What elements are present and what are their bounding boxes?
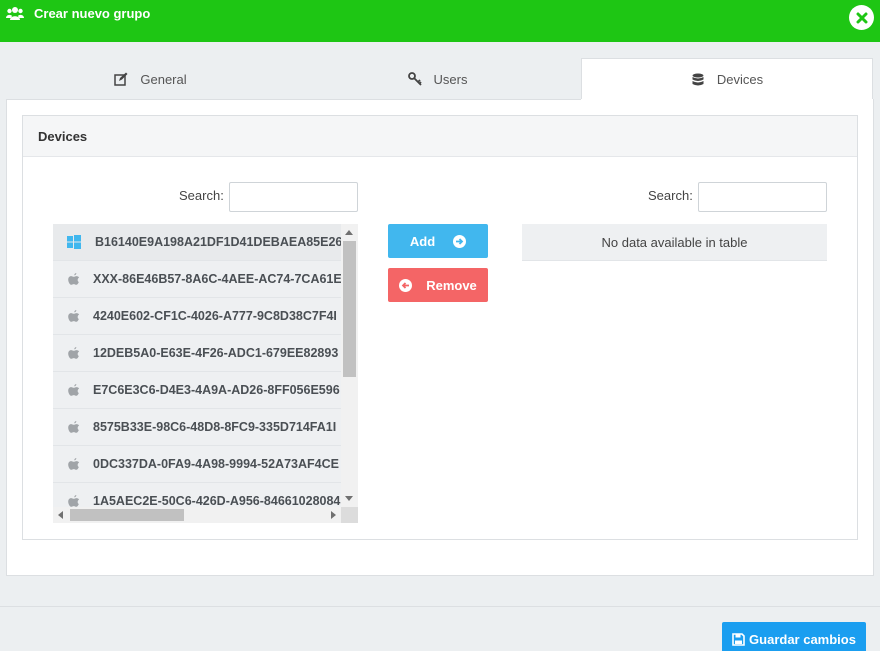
apple-icon [67,272,81,286]
arrow-right-circle-icon [453,234,467,248]
close-icon [856,12,867,23]
scroll-down-icon[interactable] [345,496,353,501]
device-row[interactable]: XXX-86E46B57-8A6C-4AEE-AC74-7CA61E2 [53,261,341,298]
scrollbar-thumb[interactable] [70,509,184,521]
apple-icon [67,457,81,471]
devices-box-header: Devices [23,116,857,157]
dialog-header: Crear nuevo grupo [0,0,880,42]
apple-icon [67,494,81,508]
available-devices-list: B16140E9A198A21DF1D41DEBAEA85E26 XXX-86E4… [53,224,358,523]
device-id: E7C6E3C6-D4E3-4A9A-AD26-8FF056E596 [93,383,340,397]
device-id: 0DC337DA-0FA9-4A98-9994-52A73AF4CE [93,457,339,471]
tab-general-label: General [140,71,187,87]
dialog-title: Crear nuevo grupo [34,6,151,21]
device-id: B16140E9A198A21DF1D41DEBAEA85E26 [95,235,341,249]
windows-icon [67,235,81,249]
group-icon [6,7,24,20]
vertical-scrollbar[interactable] [341,224,358,507]
apple-icon [67,420,81,434]
close-button[interactable] [849,5,874,30]
tab-users-label: Users [433,71,468,87]
save-icon [732,633,745,646]
device-row[interactable]: B16140E9A198A21DF1D41DEBAEA85E26 [53,224,341,261]
scroll-left-icon[interactable] [58,511,63,519]
device-row[interactable]: 4240E602-CF1C-4026-A777-9C8D38C7F4I [53,298,341,335]
save-button[interactable]: Guardar cambios [722,622,866,651]
selected-search-label: Search: [648,188,693,203]
tab-bar: General Users Devices [7,58,873,100]
device-id: 1A5AEC2E-50C6-426D-A956-84661028084 [93,494,341,508]
selected-devices-empty: No data available in table [522,224,827,261]
tab-general[interactable]: General [7,58,294,100]
device-row[interactable]: E7C6E3C6-D4E3-4A9A-AD26-8FF056E596 [53,372,341,409]
arrow-left-circle-icon [399,278,413,292]
apple-icon [67,346,81,360]
scrollbar-thumb[interactable] [343,241,356,377]
device-row[interactable]: 8575B33E-98C6-48D8-8FC9-335D714FA1I [53,409,341,446]
device-id: 4240E602-CF1C-4026-A777-9C8D38C7F4I [93,309,337,323]
remove-button-label: Remove [426,277,477,293]
tab-users[interactable]: Users [294,58,581,100]
footer-divider [0,606,880,607]
available-search-input[interactable] [229,182,358,212]
device-id: 8575B33E-98C6-48D8-8FC9-335D714FA1I [93,420,337,434]
horizontal-scrollbar[interactable] [53,507,341,523]
edit-icon [114,72,128,86]
add-button[interactable]: Add [388,224,488,258]
apple-icon [67,383,81,397]
scroll-right-icon[interactable] [331,511,336,519]
available-search-label: Search: [179,188,224,203]
scroll-up-icon[interactable] [345,230,353,235]
add-button-label: Add [409,233,436,249]
tab-devices-label: Devices [716,72,764,87]
selected-search-input[interactable] [698,182,827,212]
tab-divider [6,99,581,100]
database-icon [692,73,704,85]
key-icon [407,72,422,86]
device-id: 12DEB5A0-E63E-4F26-ADC1-679EE82893 [93,346,339,360]
device-row[interactable]: 12DEB5A0-E63E-4F26-ADC1-679EE82893 [53,335,341,372]
tab-devices[interactable]: Devices [581,58,873,100]
scrollbar-corner [341,507,358,523]
device-id: XXX-86E46B57-8A6C-4AEE-AC74-7CA61E2 [93,272,341,286]
apple-icon [67,309,81,323]
remove-button[interactable]: Remove [388,268,488,302]
device-row[interactable]: 0DC337DA-0FA9-4A98-9994-52A73AF4CE [53,446,341,483]
save-button-label: Guardar cambios [749,632,856,647]
devices-box-title: Devices [38,129,88,144]
